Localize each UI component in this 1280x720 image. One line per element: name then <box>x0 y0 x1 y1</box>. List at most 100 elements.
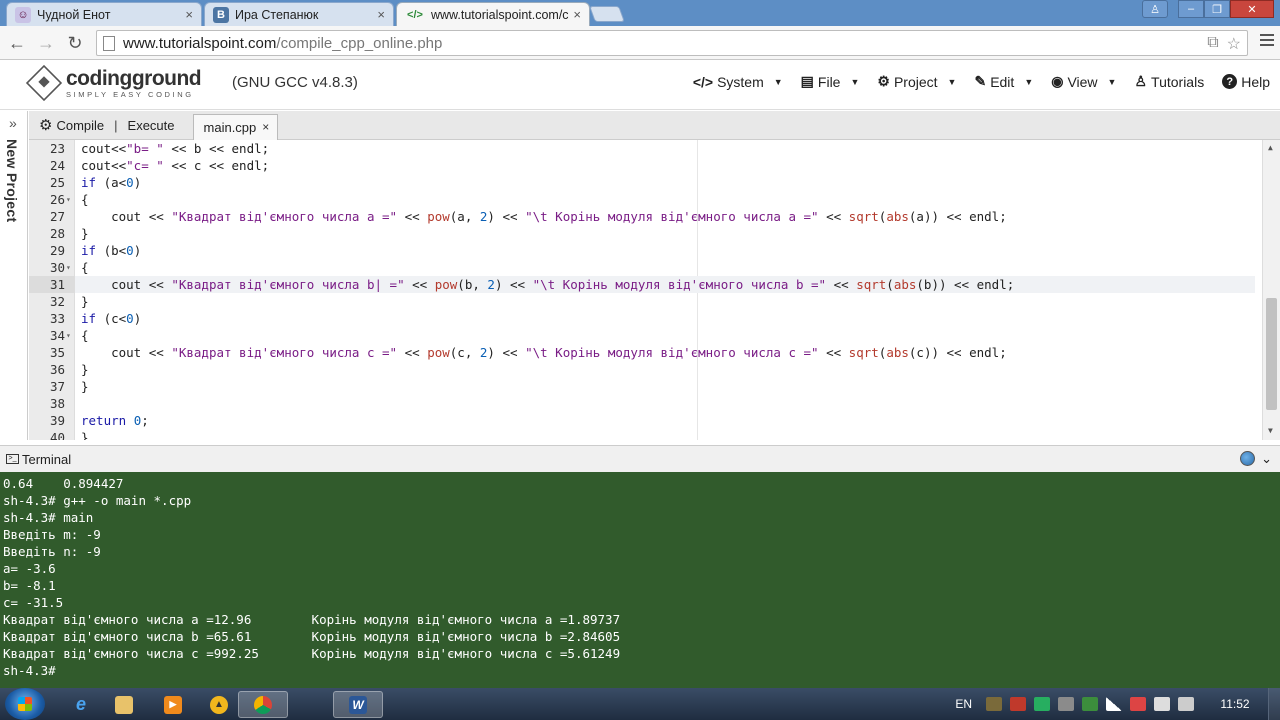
tray-app-icon[interactable] <box>1082 697 1098 711</box>
clock[interactable]: 11:52 <box>1202 697 1268 711</box>
flag-action-center-icon[interactable] <box>1130 697 1146 711</box>
code-token: sqrt <box>856 277 887 292</box>
line-number: 33 <box>49 311 65 326</box>
code-line[interactable]: 24 cout<<"c= " << c << endl; <box>29 157 1255 174</box>
code-token: (b)) << endl; <box>916 277 1015 292</box>
tray-check-icon[interactable] <box>1034 697 1050 711</box>
code-line[interactable]: 25 if (a<0) <box>29 174 1255 191</box>
bookmark-star-icon[interactable]: ☆ <box>1227 34 1241 54</box>
taskbar-word[interactable]: W <box>333 691 383 718</box>
file-tab-main-cpp[interactable]: main.cpp × <box>192 113 279 140</box>
logo-mark-icon <box>25 64 63 102</box>
collapse-chevron-icon[interactable]: ⌄ <box>1261 451 1272 467</box>
close-icon[interactable]: × <box>262 120 269 134</box>
address-bar[interactable]: www.tutorialspoint.com/compile_cpp_onlin… <box>96 30 1248 56</box>
line-number: 39 <box>49 413 65 428</box>
tab-title: Чудной Енот <box>37 7 111 22</box>
tray-app-icon[interactable] <box>1010 697 1026 711</box>
browser-tab[interactable]: ☺ Чудной Енот × <box>6 2 202 26</box>
menu-view[interactable]: ◉ View ▼ <box>1051 73 1116 90</box>
execute-button[interactable]: Execute <box>122 118 181 133</box>
fold-arrow-icon[interactable]: ▾ <box>66 259 71 276</box>
tray-app-icon[interactable] <box>1058 697 1074 711</box>
code-token: cout << <box>81 209 172 224</box>
code-token: (a< <box>96 175 127 190</box>
code-line[interactable]: 34 ▾ { <box>29 327 1255 344</box>
terminal-line: a= -3.6 <box>3 561 56 576</box>
editor-scrollbar[interactable]: ▲ ▼ <box>1262 140 1280 440</box>
close-icon[interactable]: × <box>185 7 193 22</box>
code-line[interactable]: 28} <box>29 225 1255 242</box>
start-button[interactable] <box>5 688 45 720</box>
code-line[interactable]: 30 ▾ { <box>29 259 1255 276</box>
new-tab-button[interactable] <box>589 6 625 22</box>
new-project-label[interactable]: New Project <box>4 139 20 222</box>
menu-project[interactable]: ⚙ Project ▼ <box>877 73 956 90</box>
code-line[interactable]: 39 return 0; <box>29 412 1255 429</box>
menu-file[interactable]: ▤ File ▼ <box>801 73 860 90</box>
compile-button[interactable]: ⚙ Compile <box>33 116 110 134</box>
show-desktop-button[interactable] <box>1268 688 1280 720</box>
menu-label: View <box>1067 73 1098 90</box>
code-line[interactable]: 33 if (c<0) <box>29 310 1255 327</box>
taskbar-app[interactable]: ▲ <box>194 691 244 718</box>
minimize-button[interactable]: – <box>1178 0 1204 18</box>
language-indicator[interactable]: EN <box>955 697 972 711</box>
code-editor[interactable]: 23 cout<<"b= " << b << endl; 24 cout<<"c= "… <box>29 140 1280 440</box>
globe-icon[interactable] <box>1240 451 1256 466</box>
codingground-logo[interactable]: codingground SIMPLY EASY CODING <box>25 64 202 102</box>
back-arrow-icon[interactable]: ← <box>6 32 28 54</box>
browser-tab-active[interactable]: </> www.tutorialspoint.com/c × <box>396 2 590 26</box>
reload-icon[interactable]: ↻ <box>64 32 86 54</box>
translate-icon[interactable]: ⧉ <box>1207 34 1218 54</box>
browser-tab[interactable]: В Ира Степанюк × <box>204 2 394 26</box>
menu-edit[interactable]: ✎ Edit ▼ <box>974 73 1033 90</box>
code-token: << <box>404 277 435 292</box>
menu-tutorials[interactable]: ♙ Tutorials <box>1134 73 1204 90</box>
close-icon[interactable]: × <box>573 7 581 22</box>
code-line[interactable]: 27 cout << "Квадрат від'ємного числа a =… <box>29 208 1255 225</box>
line-number: 37 <box>49 379 65 394</box>
close-window-button[interactable]: ✕ <box>1230 0 1274 18</box>
fold-arrow-icon[interactable]: ▾ <box>66 191 71 208</box>
system-tray: EN 11:52 <box>955 688 1280 720</box>
forward-arrow-icon[interactable]: → <box>35 32 57 54</box>
terminal-output[interactable]: 0.64 0.894427 sh-4.3# g++ -o main *.cpp sh… <box>0 472 1280 688</box>
taskbar-media-player[interactable]: ▶ <box>148 691 198 718</box>
taskbar-explorer[interactable] <box>99 691 149 718</box>
line-number: 25 <box>49 175 65 190</box>
code-token: if <box>81 243 97 258</box>
terminal-line: sh-4.3# main <box>3 510 94 525</box>
scroll-down-arrow-icon[interactable]: ▼ <box>1268 426 1273 435</box>
code-line[interactable]: 23 cout<<"b= " << b << endl; <box>29 140 1255 157</box>
code-line[interactable]: 31 cout << "Квадрат від'ємного числа b| … <box>29 276 1255 293</box>
code-line[interactable]: 26 ▾ { <box>29 191 1255 208</box>
code-line[interactable]: 38 <box>29 395 1255 412</box>
code-line[interactable]: 37} <box>29 378 1255 395</box>
fold-arrow-icon[interactable]: ▾ <box>66 327 71 344</box>
code-text: } <box>81 293 89 310</box>
code-line[interactable]: 29 if (b<0) <box>29 242 1255 259</box>
maximize-button[interactable]: ❐ <box>1204 0 1230 18</box>
close-icon[interactable]: × <box>377 7 385 22</box>
code-line[interactable]: 32} <box>29 293 1255 310</box>
browser-menu-icon[interactable] <box>1260 34 1274 49</box>
code-line[interactable]: 35 cout << "Квадрат від'ємного числа c =… <box>29 344 1255 361</box>
network-signal-icon[interactable] <box>1106 697 1122 711</box>
tray-app-icon[interactable] <box>986 697 1002 711</box>
code-text: cout << "Квадрат від'ємного числа a =" <… <box>81 208 1007 225</box>
scrollbar-thumb[interactable] <box>1266 298 1277 410</box>
menu-help[interactable]: ? Help <box>1222 73 1270 90</box>
menu-system[interactable]: </> System ▼ <box>693 73 783 90</box>
project-panel-toggle[interactable]: » New Project <box>0 111 28 440</box>
taskbar-chrome[interactable] <box>238 691 288 718</box>
volume-icon[interactable] <box>1178 697 1194 711</box>
code-line[interactable]: 36} <box>29 361 1255 378</box>
profile-icon[interactable]: ♙ <box>1142 0 1168 18</box>
tray-app-icon[interactable] <box>1154 697 1170 711</box>
line-number: 31 <box>29 276 75 293</box>
code-line[interactable]: 40} <box>29 429 1255 440</box>
scroll-up-arrow-icon[interactable]: ▲ <box>1268 143 1273 152</box>
execute-label: Execute <box>127 117 175 133</box>
expand-arrow-icon[interactable]: » <box>9 115 17 131</box>
